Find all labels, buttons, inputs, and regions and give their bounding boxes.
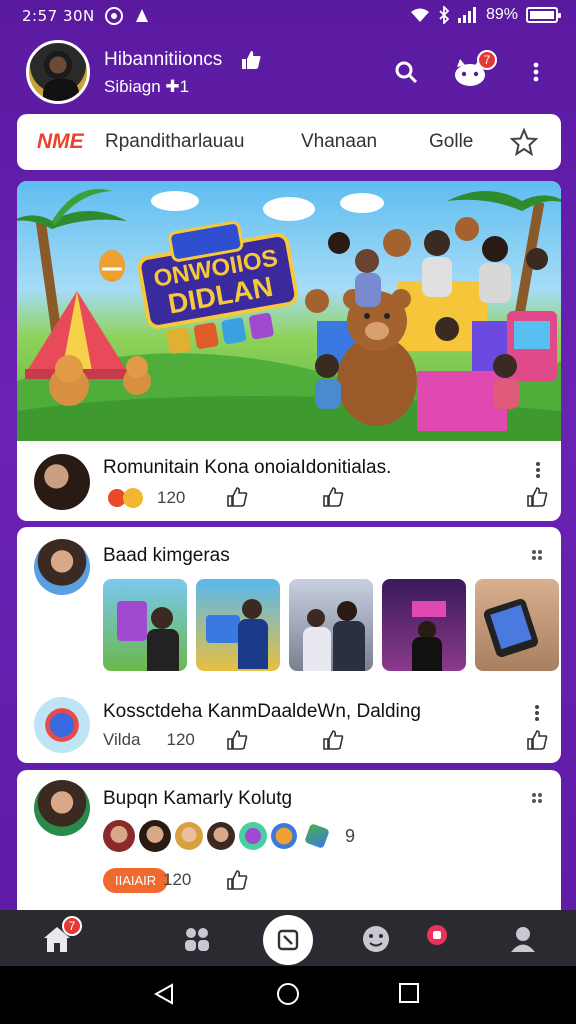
more-vert-icon: [533, 62, 539, 82]
status-bar: 2:57 30N 89%: [0, 0, 576, 34]
tab-bar: NME Rpanditharlauau Vhanaan Golle: [17, 114, 561, 170]
search-icon: [395, 61, 418, 84]
nav-live[interactable]: [420, 920, 454, 950]
gallery-photo[interactable]: [289, 579, 373, 671]
profile-avatar[interactable]: [26, 40, 90, 104]
post-title[interactable]: Romunitain Kona onoiaIdonitialas.: [103, 457, 391, 479]
post-count: 120: [166, 730, 195, 749]
more-vert-icon: [536, 462, 540, 478]
system-navigation-bar: [0, 966, 576, 1024]
more-options-button[interactable]: [518, 54, 554, 90]
post-tag[interactable]: IIAIAIR: [103, 868, 169, 893]
emoji-icon: [363, 926, 389, 952]
nav-emoji[interactable]: [359, 924, 393, 954]
gallery-photo[interactable]: [196, 579, 280, 671]
battery-icon: [526, 7, 561, 23]
member-more-count: 9: [345, 825, 356, 846]
thumbs-up-icon: [242, 51, 261, 69]
post-author-avatar[interactable]: [34, 454, 90, 510]
post-title[interactable]: Bupqn Kamarly Kolutg: [103, 788, 292, 810]
profile-name[interactable]: Hibannitiioncs: [104, 49, 222, 71]
search-button[interactable]: [388, 54, 424, 90]
share-icon[interactable]: [322, 730, 344, 750]
thumbs-up-icon[interactable]: [526, 487, 548, 507]
star-icon[interactable]: [510, 128, 538, 156]
wifi-icon: [410, 8, 429, 22]
home-badge: 7: [62, 916, 82, 936]
recents-icon[interactable]: [398, 982, 420, 1004]
reaction-icon[interactable]: [105, 485, 147, 511]
battery-percent: 89%: [485, 6, 518, 23]
gallery-photo[interactable]: [475, 579, 559, 671]
more-dots-icon[interactable]: [531, 792, 543, 804]
feed-card-featured[interactable]: ONWOIIOS DIDLAN Romunitain Kona onoiaIdo…: [17, 181, 561, 521]
nav-create[interactable]: [263, 915, 313, 965]
gallery-author-avatar[interactable]: [34, 539, 90, 595]
tab-2[interactable]: Rpanditharlauau: [105, 131, 244, 153]
home-circle-icon[interactable]: [276, 982, 300, 1006]
notification-badge: 7: [477, 50, 497, 70]
profile-icon: [511, 927, 535, 952]
member-avatars[interactable]: 9: [103, 820, 355, 852]
feed-card-group[interactable]: Bupqn Kamarly Kolutg 9 IIAIAIR 120: [17, 770, 561, 910]
post-count: 120: [163, 870, 192, 889]
app-header: Hibannitiioncs Siɓiagn ✚1 7: [0, 36, 576, 110]
groups-icon: [185, 928, 209, 951]
more-dots-icon[interactable]: [531, 549, 543, 561]
nav-profile[interactable]: [506, 924, 540, 954]
more-vert-icon[interactable]: [534, 704, 540, 722]
nav-groups[interactable]: [180, 924, 214, 954]
create-icon: [277, 929, 299, 951]
notification-icon: [136, 9, 148, 22]
signal-icon: [457, 7, 476, 23]
post-menu-button[interactable]: [533, 461, 543, 479]
bluetooth-icon: [439, 6, 450, 24]
live-icon: [427, 925, 447, 945]
featured-banner-image[interactable]: ONWOIIOS DIDLAN: [17, 181, 561, 441]
feed-card-gallery[interactable]: Baad kimgeras Kossctdeha KanmDaaldeWn, D…: [17, 527, 561, 763]
post-author-avatar[interactable]: [34, 780, 90, 836]
gallery-photo[interactable]: [103, 579, 187, 671]
share-icon[interactable]: [322, 487, 344, 507]
gallery-title[interactable]: Baad kimgeras: [103, 545, 230, 567]
status-time: 2:57 30N: [22, 7, 95, 25]
like-icon[interactable]: [226, 487, 248, 507]
reaction-count: 120: [157, 488, 186, 507]
tab-nme[interactable]: NME: [37, 130, 84, 154]
photo-gallery: [103, 579, 559, 671]
whatsapp-icon: [105, 7, 123, 25]
like-icon[interactable]: [226, 730, 248, 750]
bottom-navigation: 7: [0, 910, 576, 966]
post-title[interactable]: Kossctdeha KanmDaaldeWn, Dalding: [103, 701, 421, 723]
tab-4[interactable]: Golle: [429, 131, 473, 153]
thumbs-up-icon[interactable]: [526, 730, 548, 750]
post-meta-label: Vilda: [103, 730, 141, 749]
gallery-photo[interactable]: [382, 579, 466, 671]
back-icon[interactable]: [152, 982, 176, 1006]
profile-subtitle: Siɓiagn ✚1: [104, 77, 190, 96]
banner-illustration: ONWOIIOS DIDLAN: [17, 189, 561, 441]
tab-3[interactable]: Vhanaan: [301, 131, 377, 153]
post-author-avatar[interactable]: [34, 697, 90, 753]
like-icon[interactable]: [226, 870, 248, 890]
